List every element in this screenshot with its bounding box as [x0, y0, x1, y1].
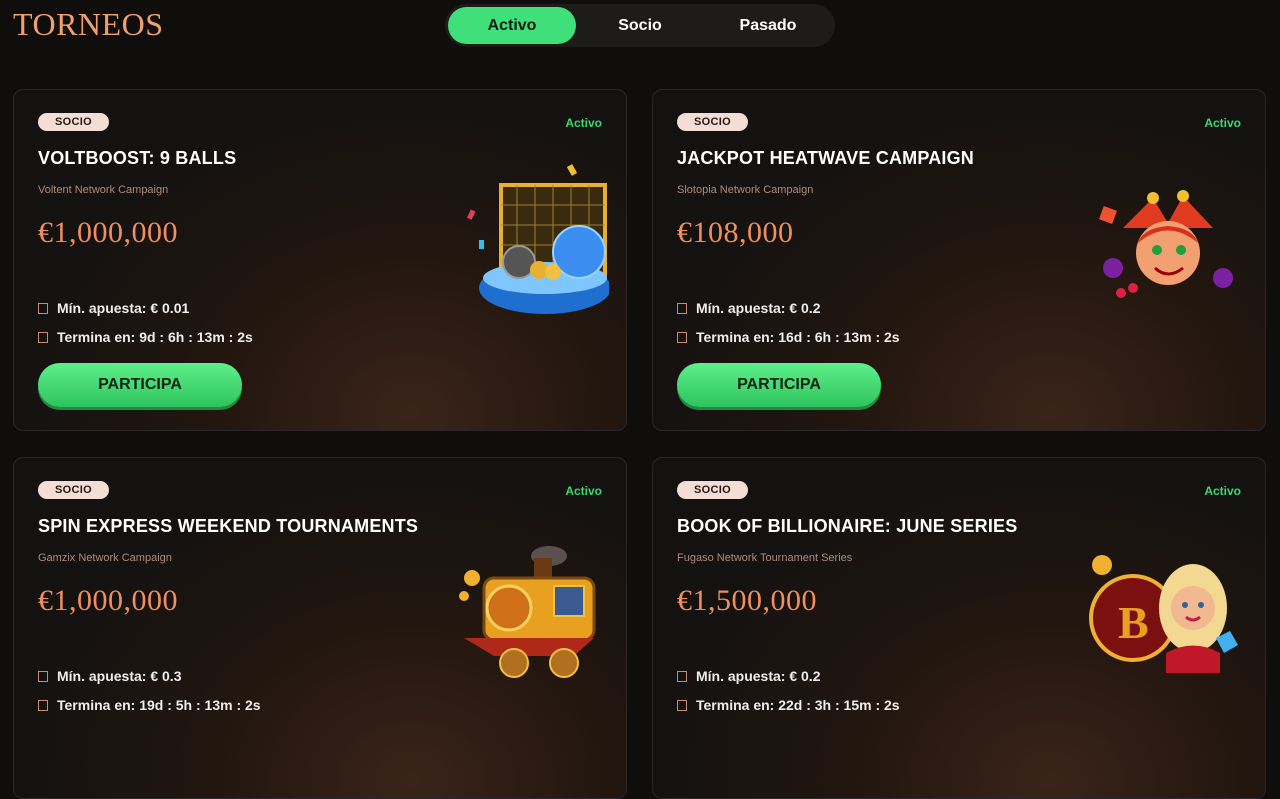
status-label: Activo [1204, 116, 1241, 130]
tournament-title: VOLTBOOST: 9 BALLS [38, 148, 237, 168]
ends-text: Termina en: 19d : 5h : 13m : 2s [57, 697, 261, 713]
tournament-card[interactable]: SOCIO Activo BOOK OF BILLIONAIRE: JUNE S… [652, 457, 1266, 799]
socio-badge: SOCIO [677, 113, 748, 131]
tab-bar: Activo Socio Pasado [445, 4, 835, 47]
billionaire-art: B [1089, 555, 1238, 673]
tournament-card[interactable]: SOCIO Activo VOLTBOOST: 9 BALLS Voltent … [13, 89, 627, 431]
train-art [459, 546, 596, 678]
ends-text: Termina en: 22d : 3h : 15m : 2s [696, 697, 900, 713]
tournament-card[interactable]: SOCIO Activo JACKPOT HEATWAVE CAMPAIGN S… [652, 89, 1266, 431]
prize-amount: €1,500,000 [677, 584, 817, 617]
bullet-icon [677, 302, 687, 314]
bullet-icon [38, 670, 48, 682]
prize-amount: €108,000 [677, 216, 794, 249]
min-bet-row: Mín. apuesta: € 0.01 [38, 300, 189, 316]
bullet-icon [38, 331, 48, 343]
ends-row: Termina en: 16d : 6h : 13m : 2s [677, 329, 900, 345]
tab-pasado[interactable]: Pasado [704, 7, 832, 44]
min-bet-text: Mín. apuesta: € 0.2 [696, 300, 821, 316]
bullet-icon [38, 302, 48, 314]
min-bet-text: Mín. apuesta: € 0.3 [57, 668, 182, 684]
participate-button[interactable]: PARTICIPA [38, 363, 242, 407]
bullet-icon [677, 699, 687, 711]
min-bet-row: Mín. apuesta: € 0.2 [677, 668, 820, 684]
tournament-title: SPIN EXPRESS WEEKEND TOURNAMENTS [38, 516, 419, 536]
tab-socio[interactable]: Socio [576, 7, 704, 44]
socio-badge: SOCIO [677, 481, 748, 499]
ends-row: Termina en: 22d : 3h : 15m : 2s [677, 697, 900, 713]
prize-amount: €1,000,000 [38, 216, 178, 249]
min-bet-row: Mín. apuesta: € 0.2 [677, 300, 820, 316]
ends-row: Termina en: 19d : 5h : 13m : 2s [38, 697, 261, 713]
ends-text: Termina en: 9d : 6h : 13m : 2s [57, 329, 253, 345]
tournament-provider: Voltent Network Campaign [38, 184, 169, 196]
svg-text:B: B [1118, 597, 1149, 648]
participate-button[interactable]: PARTICIPA [677, 363, 881, 407]
prize-amount: €1,000,000 [38, 584, 178, 617]
tab-activo[interactable]: Activo [448, 7, 576, 44]
jester-art [1099, 190, 1233, 298]
bullet-icon [677, 670, 687, 682]
bullet-icon [677, 331, 687, 343]
min-bet-row: Mín. apuesta: € 0.3 [38, 668, 181, 684]
status-label: Activo [565, 116, 602, 130]
ends-row: Termina en: 9d : 6h : 13m : 2s [38, 329, 253, 345]
soccer-goal-art [467, 164, 609, 314]
tournament-provider: Fugaso Network Tournament Series [677, 552, 853, 564]
tournament-provider: Gamzix Network Campaign [38, 552, 172, 564]
socio-badge: SOCIO [38, 113, 109, 131]
socio-badge: SOCIO [38, 481, 109, 499]
ends-text: Termina en: 16d : 6h : 13m : 2s [696, 329, 900, 345]
header: TORNEOS Activo Socio Pasado [0, 0, 1280, 60]
page-logo: TORNEOS [13, 6, 164, 42]
tournament-provider: Slotopia Network Campaign [677, 184, 814, 196]
status-label: Activo [565, 484, 602, 498]
tournament-title: BOOK OF BILLIONAIRE: JUNE SERIES [677, 516, 1018, 536]
tournament-card[interactable]: SOCIO Activo SPIN EXPRESS WEEKEND TOURNA… [13, 457, 627, 799]
bullet-icon [38, 699, 48, 711]
min-bet-text: Mín. apuesta: € 0.01 [57, 300, 190, 316]
min-bet-text: Mín. apuesta: € 0.2 [696, 668, 821, 684]
status-label: Activo [1204, 484, 1241, 498]
tournament-title: JACKPOT HEATWAVE CAMPAIGN [677, 148, 975, 168]
